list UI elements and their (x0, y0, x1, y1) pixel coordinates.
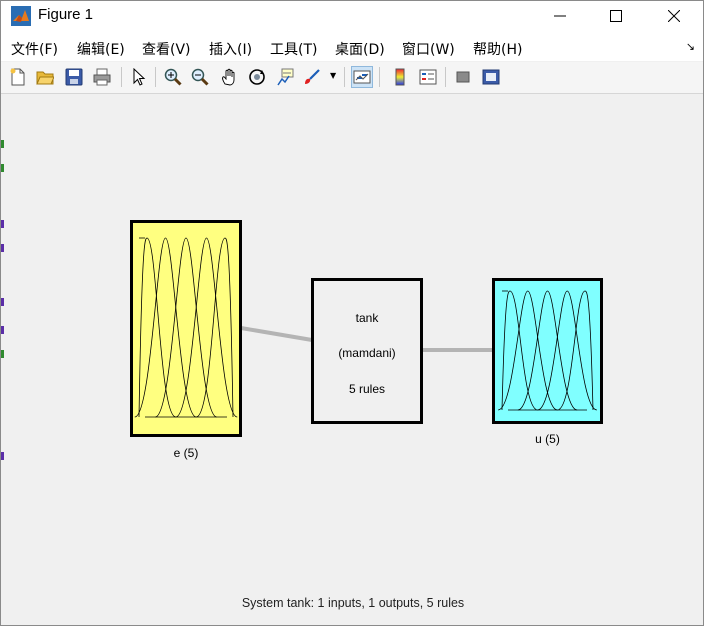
hide-plot-tools-button[interactable] (452, 66, 474, 88)
data-cursor-icon (277, 68, 294, 86)
title-bar: Figure 1 (1, 1, 703, 31)
system-summary-text: System tank: 1 inputs, 1 outputs, 5 rule… (241, 596, 465, 610)
colorbar-button[interactable] (389, 66, 411, 88)
menu-desktop[interactable]: 桌面(D) (335, 39, 385, 59)
legend-button[interactable] (417, 66, 439, 88)
pointer-icon (133, 68, 146, 86)
toolbar-separator (445, 67, 446, 87)
menu-window[interactable]: 窗口(W) (402, 39, 455, 59)
rotate-button[interactable] (246, 66, 268, 88)
figure-canvas: e (5) tank (mamdani) 5 rules u (5) Syste… (1, 94, 703, 625)
zoom-in-icon (164, 68, 182, 86)
close-button[interactable] (645, 1, 703, 31)
edit-plot-button[interactable] (128, 66, 150, 88)
brush-dropdown-icon[interactable]: ▼ (330, 71, 336, 80)
zoom-out-button[interactable] (189, 66, 211, 88)
save-button[interactable] (63, 66, 85, 88)
print-button[interactable] (91, 66, 113, 88)
open-folder-icon (36, 71, 54, 85)
show-plot-tools-button[interactable] (480, 66, 502, 88)
close-icon (668, 10, 680, 22)
window-title: Figure 1 (38, 6, 94, 23)
matlab-icon (11, 6, 31, 26)
save-icon (65, 68, 83, 86)
menu-edit[interactable]: 编辑(E) (77, 39, 125, 59)
menu-tools[interactable]: 工具(T) (270, 39, 317, 59)
output-variable-u[interactable] (492, 278, 603, 424)
input-variable-e[interactable] (130, 220, 242, 437)
zoom-in-button[interactable] (162, 66, 184, 88)
toolbar-separator (155, 67, 156, 87)
pan-hand-icon (222, 68, 235, 86)
input-membership-functions (134, 237, 238, 418)
toolbar-separator (379, 67, 380, 87)
pan-button[interactable] (218, 66, 240, 88)
brush-button[interactable] (301, 66, 323, 88)
toolbar-separator (344, 67, 345, 87)
colorbar-icon (395, 68, 405, 86)
dock-arrow-icon[interactable]: ↘ (686, 40, 695, 53)
rotate-3d-icon (249, 69, 265, 85)
fis-system-block[interactable]: tank (mamdani) 5 rules (311, 278, 423, 424)
data-cursor-button[interactable] (274, 66, 296, 88)
figure-window: Figure 1 文件(F) 编辑(E) 查看(V) 插入(I) 工具(T) 桌… (0, 0, 704, 626)
open-button[interactable] (34, 66, 56, 88)
system-type: (mamdani) (338, 346, 396, 360)
system-rules: 5 rules (348, 382, 386, 396)
menu-file[interactable]: 文件(F) (11, 39, 58, 59)
maximize-button[interactable] (587, 1, 645, 31)
minimize-button[interactable] (531, 1, 589, 31)
print-icon (93, 68, 111, 86)
maximize-icon (610, 10, 622, 22)
zoom-out-icon (191, 68, 209, 86)
menu-help[interactable]: 帮助(H) (473, 39, 522, 59)
input-connector (240, 326, 313, 342)
input-variable-label: e (5) (173, 446, 199, 460)
membership-function-curve (196, 237, 234, 418)
figure-toolbar: ▼ (1, 62, 703, 94)
legend-icon (419, 69, 437, 85)
output-membership-functions (497, 290, 598, 411)
membership-function-curve (557, 290, 594, 411)
output-variable-label: u (5) (535, 432, 560, 446)
menu-insert[interactable]: 插入(I) (209, 39, 252, 59)
menu-view[interactable]: 查看(V) (142, 39, 191, 59)
hide-plot-tools-icon (456, 71, 470, 83)
link-plot-icon (353, 70, 371, 84)
system-name: tank (355, 311, 379, 325)
link-plot-button[interactable] (351, 66, 373, 88)
membership-function-curve (501, 290, 538, 411)
minimize-icon (554, 15, 566, 17)
toolbar-separator (121, 67, 122, 87)
new-file-button[interactable] (7, 66, 29, 88)
membership-function-curve (138, 237, 176, 418)
brush-icon (305, 69, 320, 84)
menu-bar: 文件(F) 编辑(E) 查看(V) 插入(I) 工具(T) 桌面(D) 窗口(W… (1, 31, 703, 61)
show-plot-tools-icon (482, 69, 500, 85)
new-file-icon (10, 68, 25, 86)
